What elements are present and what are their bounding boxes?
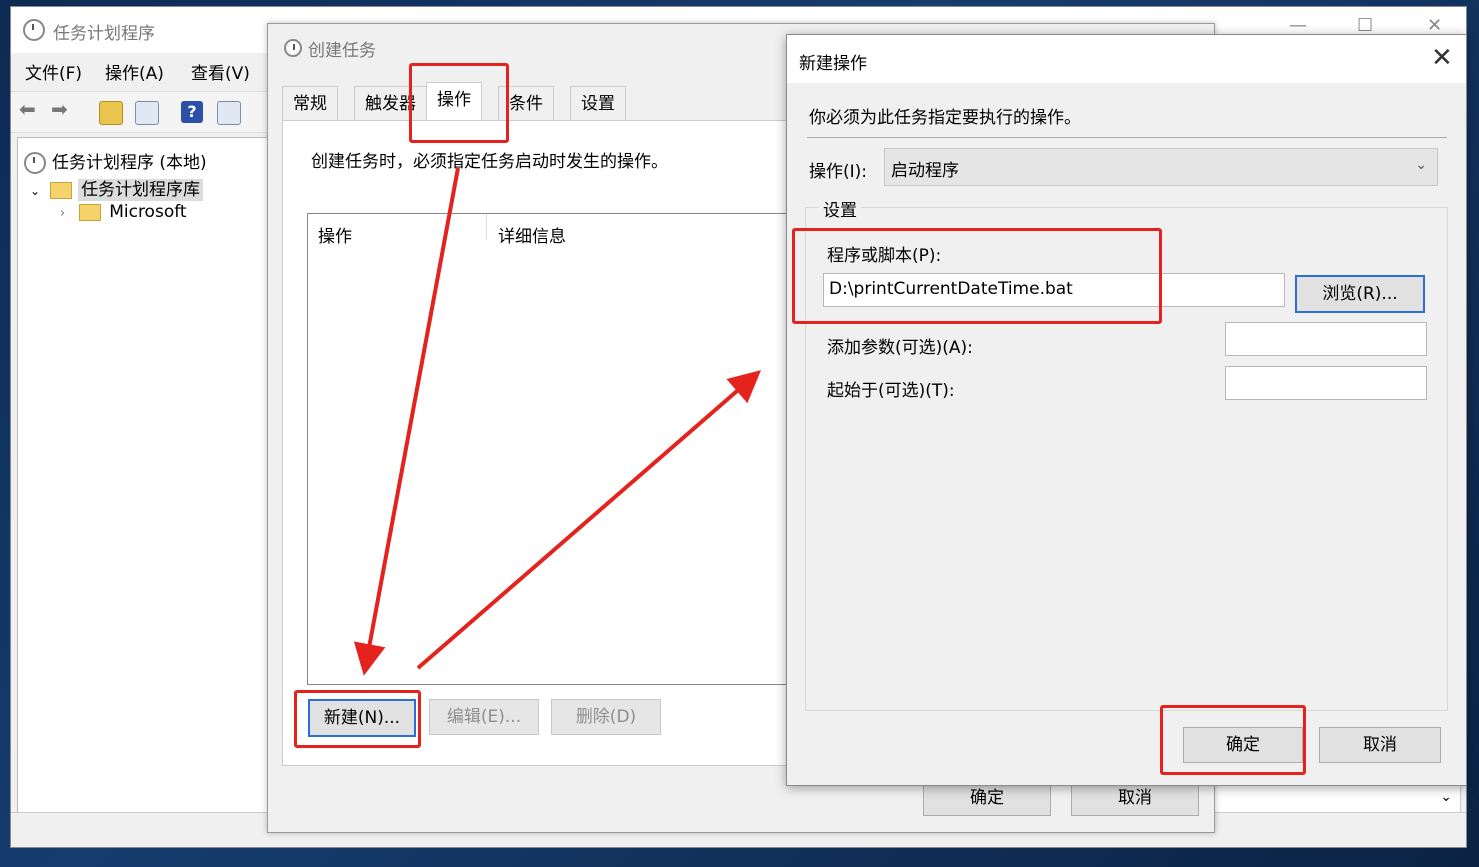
- annotation-arrow-up: [416, 370, 762, 670]
- annotation-arrows: [353, 167, 762, 676]
- annotation-arrow-down: [353, 167, 460, 676]
